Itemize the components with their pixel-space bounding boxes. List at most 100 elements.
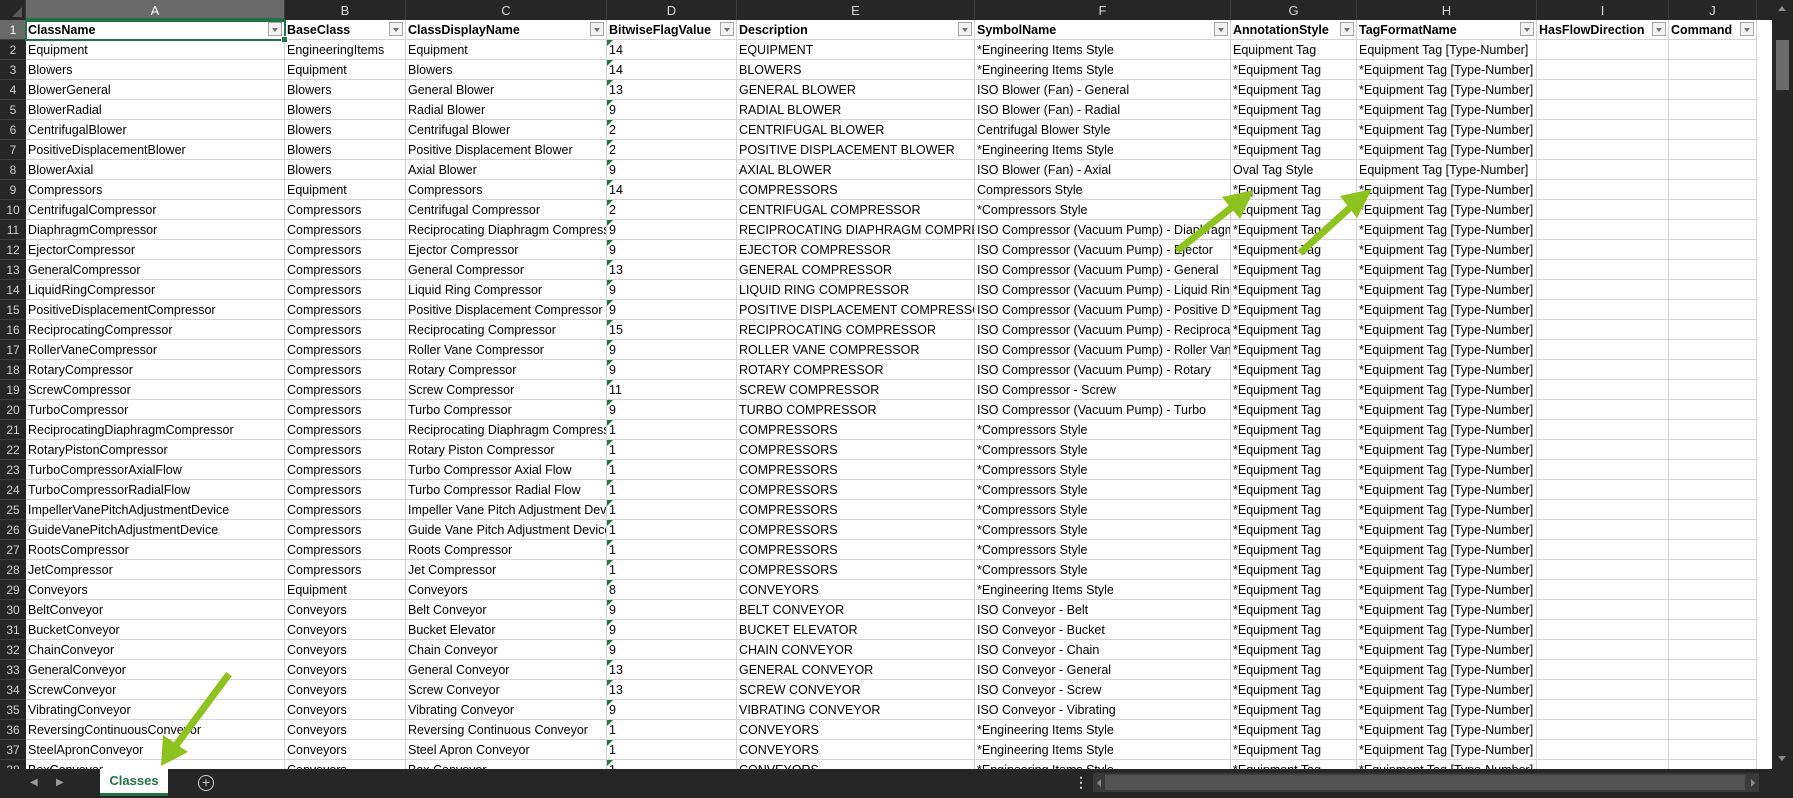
row-header[interactable]: 25 [0,500,26,520]
cell[interactable]: Steel Apron Conveyor [406,740,607,760]
cell[interactable]: EJECTOR COMPRESSOR [737,240,975,260]
cell[interactable] [1669,100,1757,120]
cell[interactable]: *Equipment Tag [1231,740,1357,760]
row-header[interactable]: 16 [0,320,26,340]
filter-dropdown-icon[interactable] [1340,22,1354,36]
cell[interactable]: ReversingContinuousConveyor [26,720,285,740]
row-header[interactable]: 10 [0,200,26,220]
cell[interactable]: *Equipment Tag [Type-Number] [1357,540,1537,560]
row-header[interactable]: 31 [0,620,26,640]
cell[interactable]: 9 [607,400,737,420]
cell[interactable]: 1 [607,460,737,480]
cell[interactable]: *Equipment Tag [1231,620,1357,640]
header-cell-baseclass[interactable]: BaseClass [285,20,406,40]
cell[interactable] [1537,720,1669,740]
cell[interactable]: Compressors [26,180,285,200]
cell[interactable]: *Engineering Items Style [975,140,1231,160]
header-cell-classdisplayname[interactable]: ClassDisplayName [406,20,607,40]
prev-sheet-icon[interactable]: ◀ [30,777,38,788]
cell[interactable]: CONVEYORS [737,760,975,769]
cell[interactable] [1537,280,1669,300]
column-header-g[interactable]: G [1231,0,1357,20]
cell[interactable]: Liquid Ring Compressor [406,280,607,300]
cell[interactable]: 1 [607,420,737,440]
cell[interactable]: *Equipment Tag [1231,700,1357,720]
cell[interactable]: ISO Compressor (Vacuum Pump) - Turbo [975,400,1231,420]
cell[interactable]: ChainConveyor [26,640,285,660]
cell[interactable]: *Equipment Tag [1231,480,1357,500]
cell[interactable]: LIQUID RING COMPRESSOR [737,280,975,300]
cell[interactable]: 9 [607,640,737,660]
cell[interactable]: Blowers [285,160,406,180]
cell[interactable]: General Blower [406,80,607,100]
cell[interactable]: *Equipment Tag [1231,760,1357,769]
cell[interactable] [1537,220,1669,240]
cell[interactable]: BlowerGeneral [26,80,285,100]
filter-dropdown-icon[interactable] [958,22,972,36]
cell[interactable]: Equipment Tag [Type-Number] [1357,160,1537,180]
cell[interactable]: 13 [607,80,737,100]
cell[interactable]: COMPRESSORS [737,540,975,560]
column-header-b[interactable]: B [285,0,406,20]
row-header[interactable]: 12 [0,240,26,260]
cell[interactable]: COMPRESSORS [737,180,975,200]
cell[interactable]: ISO Blower (Fan) - Radial [975,100,1231,120]
cell[interactable] [1669,720,1757,740]
cell[interactable]: ISO Compressor (Vacuum Pump) - Diaphragm [975,220,1231,240]
cell[interactable] [1669,320,1757,340]
more-options-icon[interactable]: ⋮ [1074,774,1088,791]
cell[interactable]: Conveyors [285,720,406,740]
cell[interactable]: TurboCompressor [26,400,285,420]
cell[interactable]: *Equipment Tag [Type-Number] [1357,720,1537,740]
row-header[interactable]: 11 [0,220,26,240]
cell[interactable]: 9 [607,340,737,360]
row-header[interactable]: 30 [0,600,26,620]
cell[interactable]: Rotary Piston Compressor [406,440,607,460]
cell[interactable] [1669,440,1757,460]
cell[interactable]: 1 [607,500,737,520]
cell[interactable]: ISO Compressor (Vacuum Pump) - Positive … [975,300,1231,320]
cell[interactable]: *Equipment Tag [1231,500,1357,520]
row-header[interactable]: 36 [0,720,26,740]
cell[interactable]: 2 [607,200,737,220]
cell[interactable]: Vibrating Conveyor [406,700,607,720]
row-header[interactable]: 18 [0,360,26,380]
cell[interactable]: Roots Compressor [406,540,607,560]
row-header[interactable]: 15 [0,300,26,320]
cell[interactable]: Blowers [285,120,406,140]
cell[interactable]: TurboCompressorRadialFlow [26,480,285,500]
cell[interactable]: *Compressors Style [975,420,1231,440]
cell[interactable]: Equipment [285,180,406,200]
cell[interactable]: Compressors [285,360,406,380]
cell[interactable] [1537,100,1669,120]
cell[interactable] [1669,80,1757,100]
cell[interactable]: Compressors Style [975,180,1231,200]
cell[interactable] [1537,260,1669,280]
header-cell-annotationstyle[interactable]: AnnotationStyle [1231,20,1357,40]
row-header[interactable]: 28 [0,560,26,580]
cell[interactable]: *Compressors Style [975,480,1231,500]
cell[interactable] [1537,240,1669,260]
cell[interactable]: Conveyors [285,740,406,760]
cell[interactable] [1537,120,1669,140]
cell[interactable]: *Equipment Tag [1231,220,1357,240]
cell[interactable]: *Equipment Tag [1231,520,1357,540]
cell[interactable]: *Equipment Tag [1231,440,1357,460]
header-cell-hasflowdirection[interactable]: HasFlowDirection [1537,20,1669,40]
cell[interactable]: *Compressors Style [975,560,1231,580]
column-header-h[interactable]: H [1357,0,1537,20]
cell[interactable]: 13 [607,680,737,700]
cell[interactable] [1669,560,1757,580]
cell[interactable]: Axial Blower [406,160,607,180]
cell[interactable]: *Equipment Tag [1231,140,1357,160]
cell[interactable]: ISO Compressor - Screw [975,380,1231,400]
scroll-left-icon[interactable] [1097,779,1101,787]
cell[interactable]: Compressors [285,560,406,580]
cell[interactable]: COMPRESSORS [737,520,975,540]
cell[interactable]: ReciprocatingCompressor [26,320,285,340]
cell[interactable] [1537,460,1669,480]
cell[interactable]: Compressors [285,520,406,540]
cell[interactable]: VIBRATING CONVEYOR [737,700,975,720]
cell[interactable] [1669,220,1757,240]
cell[interactable] [1537,540,1669,560]
